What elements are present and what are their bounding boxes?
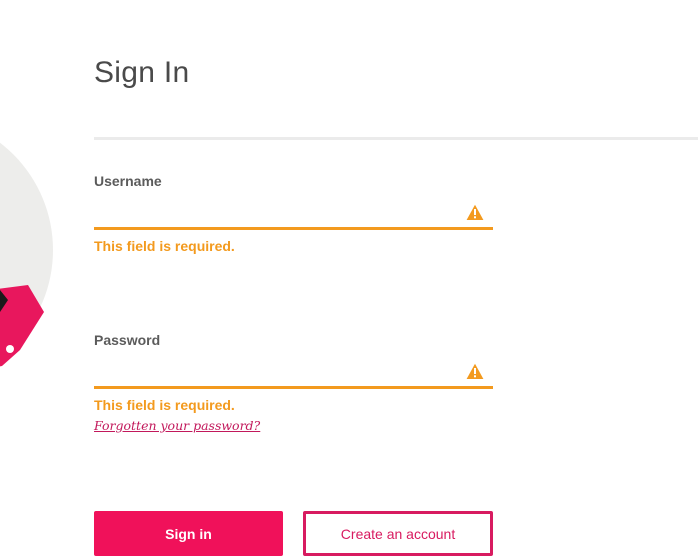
- create-account-button[interactable]: Create an account: [303, 511, 493, 556]
- username-error: This field is required.: [94, 238, 235, 254]
- warning-icon: [466, 204, 484, 220]
- username-label: Username: [94, 173, 162, 189]
- password-error: This field is required.: [94, 397, 235, 413]
- title-divider: [94, 137, 698, 140]
- sign-in-page: Sign In Username This field is required.…: [0, 0, 698, 558]
- page-title: Sign In: [94, 56, 190, 89]
- sign-in-button[interactable]: Sign in: [94, 511, 283, 556]
- password-label: Password: [94, 332, 161, 348]
- forgot-password-link[interactable]: Forgotten your password?: [94, 418, 260, 433]
- decorative-circle-illustration: [0, 142, 53, 367]
- username-input[interactable]: [94, 202, 493, 230]
- warning-icon: [466, 363, 484, 379]
- password-input[interactable]: [94, 361, 493, 389]
